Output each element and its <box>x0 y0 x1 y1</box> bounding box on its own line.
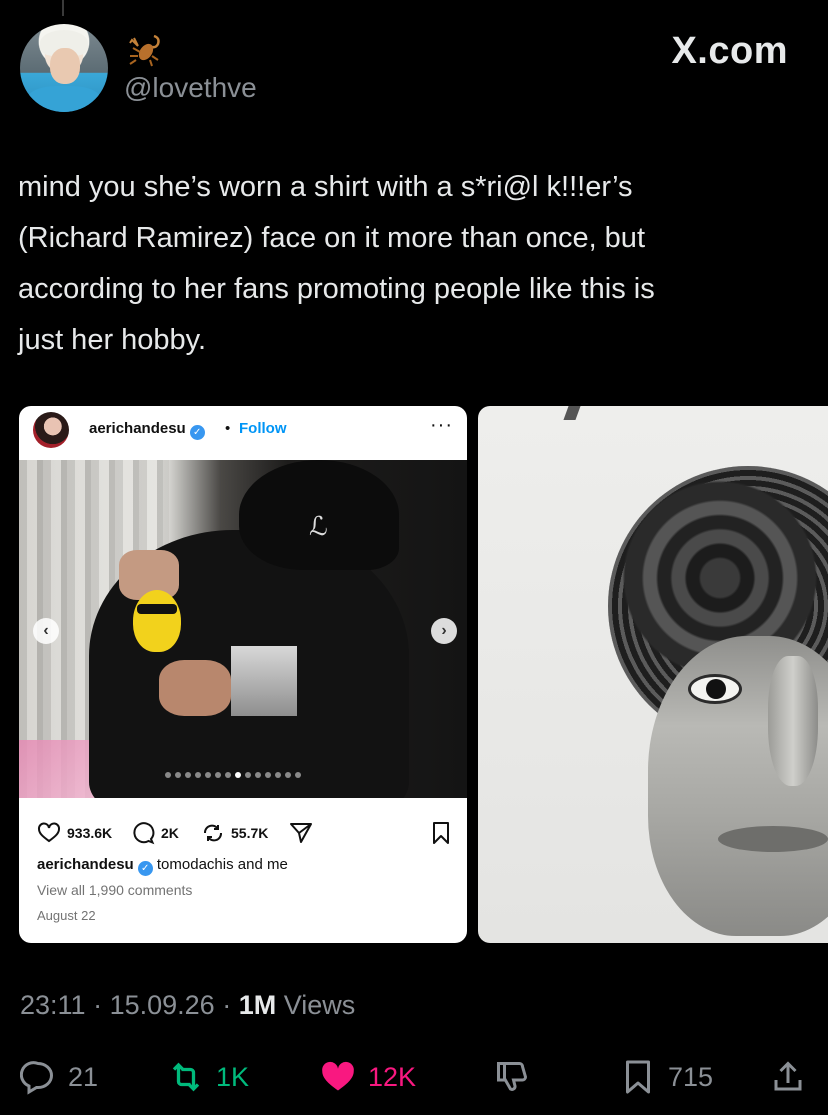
ig-comment: 2K <box>131 820 179 846</box>
ig-view-comments: View all 1,990 comments <box>37 882 193 898</box>
share-upload-icon <box>774 1061 802 1091</box>
ig-username: aerichandesu ✓ <box>89 420 205 440</box>
reply-bubble-icon <box>20 1061 53 1095</box>
like-button[interactable]: 12K <box>320 1055 416 1099</box>
tweet-date: 15.09.26 <box>109 990 215 1020</box>
photo-yellow-toy <box>133 590 181 652</box>
heart-filled-icon <box>322 1061 354 1091</box>
carousel-dot <box>295 772 301 778</box>
carousel-dot <box>225 772 231 778</box>
repost-count: 1K <box>216 1061 250 1092</box>
ig-caption: aerichandesu ✓ tomodachis and me <box>37 856 288 876</box>
thread-connector-line <box>62 0 64 16</box>
ig-follow-button: Follow <box>239 420 287 437</box>
views-label: Views <box>283 990 356 1020</box>
ig-save <box>429 820 453 846</box>
tweet-line: just her hobby. <box>18 324 207 356</box>
ig-comment-count: 2K <box>161 825 179 841</box>
bookmark-icon <box>626 1060 650 1094</box>
comment-bubble-icon <box>133 822 155 845</box>
repost-arrows-icon <box>204 824 222 842</box>
more-options-icon: ··· <box>430 414 453 436</box>
meta-separator: · <box>93 990 103 1020</box>
like-count: 12K <box>368 1061 417 1092</box>
carousel-dot <box>195 772 201 778</box>
avatar-shirt <box>28 86 100 112</box>
carousel-dot <box>245 772 251 778</box>
tweet-meta: 23:11 · 15.09.26 · 1M Views <box>20 990 355 1021</box>
sketch-pupil <box>706 679 726 699</box>
author-avatar[interactable] <box>20 24 108 112</box>
ig-repost: 55.7K <box>201 820 268 846</box>
ig-caption-text: tomodachis and me <box>156 856 288 873</box>
tweet-time: 23:11 <box>20 990 86 1020</box>
carousel-dot <box>165 772 171 778</box>
meta-separator: · <box>222 990 232 1020</box>
thumbs-down-icon <box>497 1062 528 1091</box>
ig-action-row: 933.6K 2K 55.7K <box>37 820 457 846</box>
photo-hand <box>159 660 231 716</box>
cap-logo-icon: ℒ <box>309 512 328 542</box>
avatar-face <box>50 48 80 84</box>
media-image-sketch[interactable] <box>478 406 828 943</box>
sketch-mouth <box>718 826 828 852</box>
ig-separator: • <box>225 420 231 437</box>
heart-outline-icon <box>38 822 60 843</box>
carousel-dot <box>275 772 281 778</box>
share-button[interactable] <box>770 1055 806 1099</box>
ig-post-header: aerichandesu ✓ • Follow ··· <box>19 406 467 460</box>
bookmark-count: 715 <box>668 1061 714 1092</box>
tweet-line: (Richard Ramirez) face on it more than o… <box>18 222 645 254</box>
carousel-dot <box>175 772 181 778</box>
repost-icon <box>172 1062 200 1092</box>
verified-badge-icon: ✓ <box>189 425 205 440</box>
reply-count: 21 <box>68 1061 99 1092</box>
scorpion-icon <box>129 34 160 67</box>
ig-like: 933.6K <box>37 820 112 846</box>
send-paper-plane-icon <box>290 823 312 843</box>
author-handle[interactable]: @lovethve <box>124 72 257 104</box>
carousel-next-icon: › <box>431 618 457 644</box>
repost-button[interactable]: 1K <box>168 1055 249 1099</box>
bookmark-button[interactable]: 715 <box>620 1055 713 1099</box>
sketch-mark <box>563 406 581 420</box>
carousel-dot <box>285 772 291 778</box>
tweet-action-bar: 21 1K 12K 715 <box>0 1055 828 1099</box>
reply-button[interactable]: 21 <box>20 1055 98 1099</box>
tweet-line: mind you she’s worn a shirt with a s*ri@… <box>18 171 633 203</box>
tweet-line: according to her fans promoting people l… <box>18 273 655 305</box>
photo-toy-glasses <box>137 604 177 614</box>
brand-watermark: X.com <box>671 30 788 72</box>
carousel-dot <box>185 772 191 778</box>
media-image-instagram-post[interactable]: aerichandesu ✓ • Follow ··· ℒ ‹ › 933.6K … <box>19 406 467 943</box>
carousel-prev-icon: ‹ <box>33 618 59 644</box>
sketch-nose <box>768 656 818 786</box>
ig-username-text: aerichandesu <box>89 420 186 437</box>
carousel-dots <box>165 772 301 778</box>
carousel-dot <box>265 772 271 778</box>
ig-repost-count: 55.7K <box>231 825 269 841</box>
ig-share <box>289 820 313 846</box>
bookmark-outline-icon <box>433 822 449 844</box>
views-count: 1M <box>238 990 277 1020</box>
tweet-text: mind you she’s worn a shirt with a s*ri@… <box>18 162 808 366</box>
ig-caption-user: aerichandesu <box>37 856 134 873</box>
carousel-dot <box>255 772 261 778</box>
ig-post-date: August 22 <box>37 908 96 923</box>
ig-like-count: 933.6K <box>67 825 113 841</box>
ig-avatar <box>33 412 69 448</box>
dislike-button[interactable] <box>494 1055 530 1099</box>
carousel-dot <box>215 772 221 778</box>
photo-shirt-print <box>231 646 297 716</box>
carousel-dot <box>205 772 211 778</box>
verified-badge-icon: ✓ <box>137 861 153 876</box>
ig-post-photo: ℒ ‹ › <box>19 460 467 798</box>
carousel-dot <box>235 772 241 778</box>
